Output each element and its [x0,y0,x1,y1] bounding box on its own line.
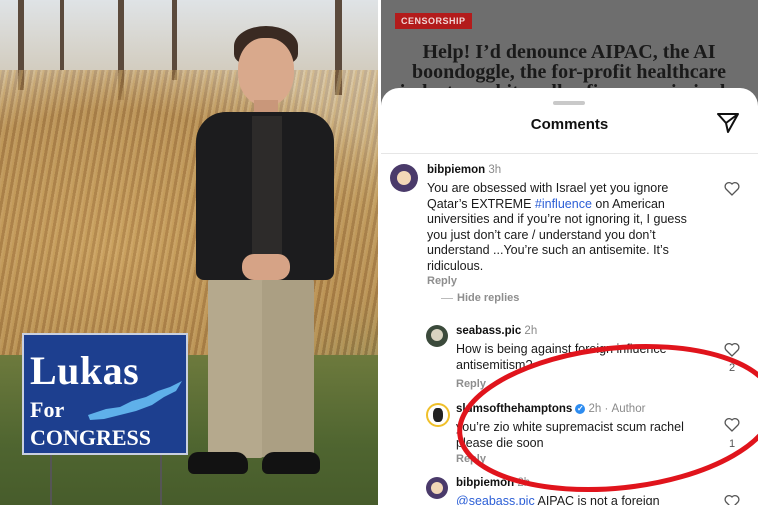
avatar[interactable] [426,477,448,499]
send-icon[interactable] [716,112,740,134]
mention-link[interactable]: @seabass.pic [456,494,535,505]
sign-stake [160,455,162,505]
person-hands [242,254,290,280]
meta-separator: · [604,403,609,415]
avatar[interactable] [426,403,450,427]
heart-icon[interactable] [724,342,740,357]
heart-icon[interactable] [724,181,740,196]
comment-username[interactable]: slumsofthehamptons ✓ 2h · Author [456,403,645,415]
sign-office: CONGRESS [30,425,152,450]
reply-button[interactable]: Reply [427,275,457,287]
comments-sheet: Comments bibpiemon 3h You are obsessed w… [381,88,758,505]
comment-text: You are obsessed with Israel yet you ign… [427,181,689,274]
comment-text-part: AIPAC is not a foreign [534,494,660,505]
person-pants [262,278,314,458]
username-text[interactable]: bibpiemon [427,164,485,176]
comment-time: 2h [517,477,531,489]
comment-username[interactable]: seabass.pic 2h [456,325,537,337]
reply-button[interactable]: Reply [456,453,486,465]
comment-username[interactable]: bibpiemon 2h [456,477,530,489]
heart-icon[interactable] [724,494,740,505]
person-shirt [252,116,282,266]
comment-username[interactable]: bibpiemon 3h [427,164,501,176]
sign-stake [50,455,52,505]
sign-district: NY-1 [130,389,148,398]
campaign-photo: Lukas NY-1 For CONGRESS [0,0,378,505]
avatar[interactable] [390,164,418,192]
drag-handle[interactable] [553,101,585,105]
person-shoe [262,452,320,474]
comment-text: you’re zio white supremacist scum rachel… [456,420,684,450]
verified-badge-icon: ✓ [575,404,586,414]
heart-icon[interactable] [724,417,740,432]
avatar[interactable] [426,325,448,347]
instagram-comments-screen: CENSORSHIP Help! I’d denounce AIPAC, the… [381,0,758,505]
hide-replies-button[interactable]: Hide replies [457,292,519,304]
divider [381,153,758,154]
person-shoe [188,452,248,474]
person-pants [208,278,264,458]
author-label: Author [611,403,646,415]
campaign-yard-sign: Lukas NY-1 For CONGRESS [22,333,188,455]
comment-time: 3h [488,164,502,176]
comment-text: How is being against foreign influence a… [456,342,667,372]
username-text[interactable]: slumsofthehamptons [456,403,572,415]
long-island-map-icon [88,381,182,420]
comment-text: @seabass.pic AIPAC is not a foreign [456,494,696,505]
like-count: 1 [728,438,736,450]
sign-for: For [30,397,65,422]
category-tag: CENSORSHIP [395,13,472,29]
sheet-title: Comments [530,116,609,133]
username-text[interactable]: bibpiemon [456,477,514,489]
reply-button[interactable]: Reply [456,378,486,390]
hashtag-link[interactable]: #influence [535,197,592,211]
username-text[interactable]: seabass.pic [456,325,521,337]
comment-time: 2h [588,403,602,415]
tree-trunk [60,0,64,70]
tree-trunk [172,0,177,80]
hide-replies-line [441,298,453,299]
comment-time: 2h [524,325,538,337]
like-count: 2 [728,362,736,374]
person-head [238,38,294,106]
